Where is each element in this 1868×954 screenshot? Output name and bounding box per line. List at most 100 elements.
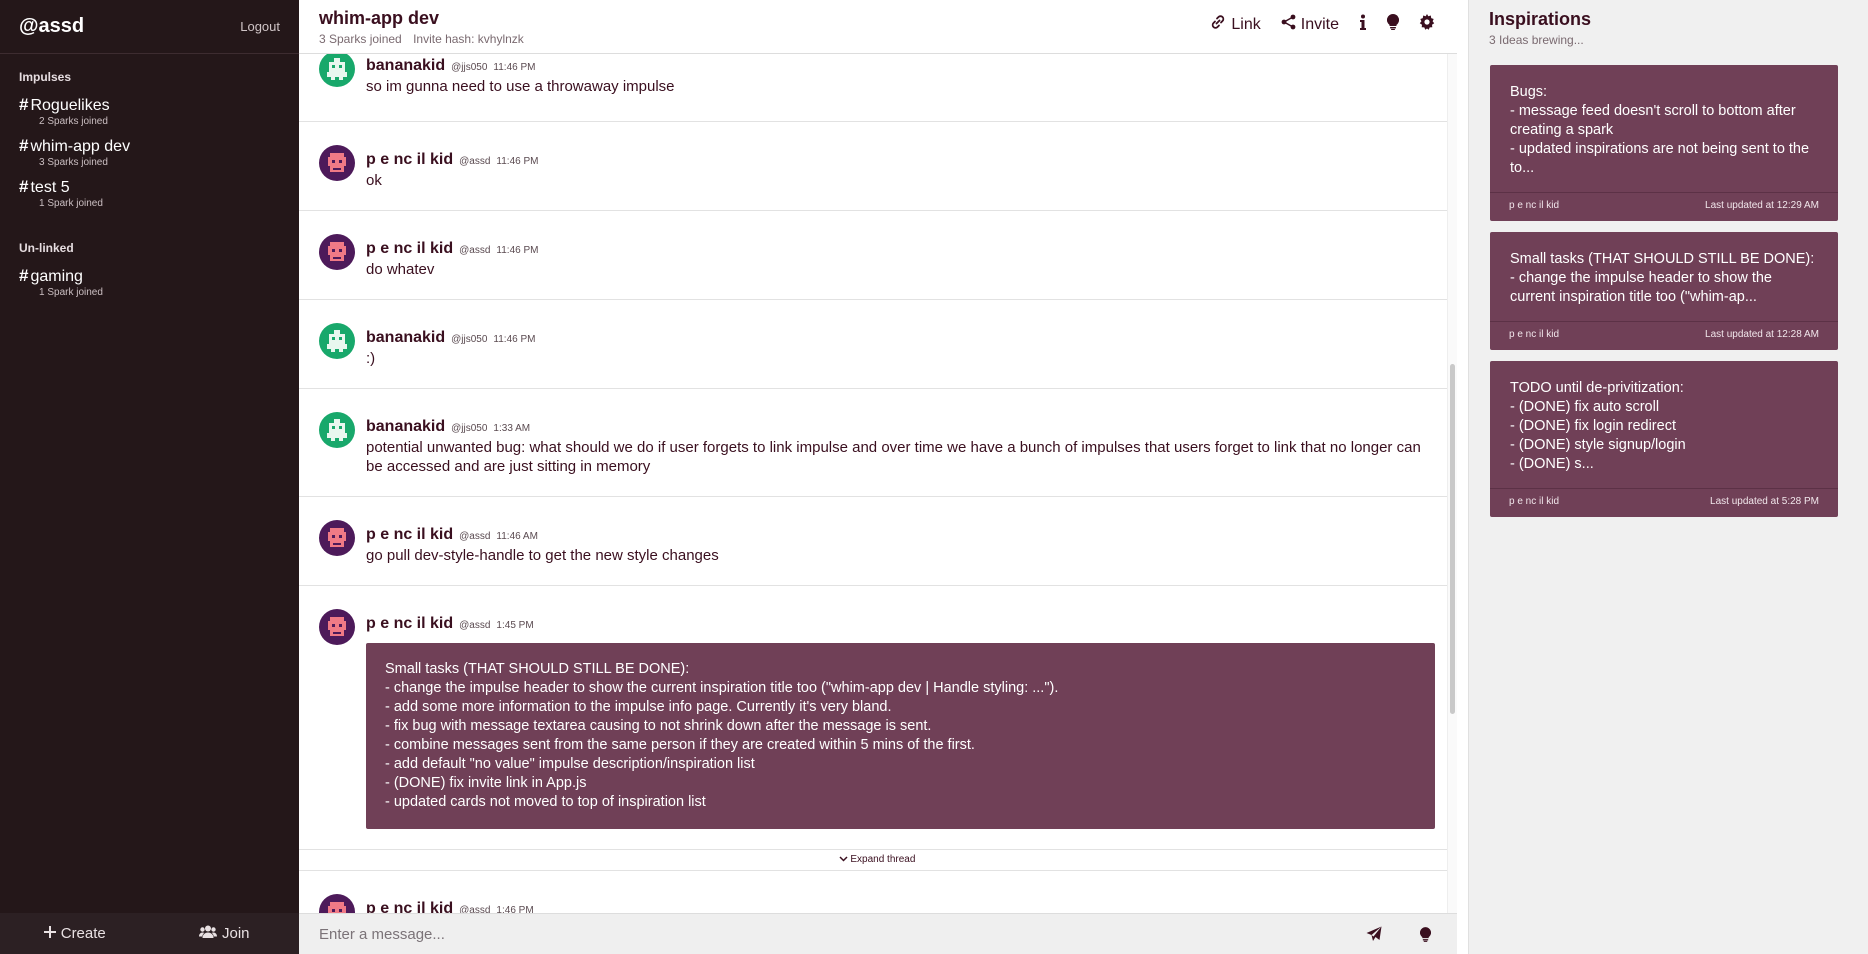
feed-scrollbar[interactable]: [1447, 54, 1457, 913]
users-icon: [198, 925, 217, 942]
card-author: p e nc il kid: [1509, 329, 1560, 340]
unlinked-heading: Un-linked: [19, 241, 74, 255]
inspiration-card[interactable]: Bugs: - message feed doesn't scroll to b…: [1490, 65, 1838, 221]
lightbulb-icon[interactable]: [1413, 926, 1437, 942]
message-author: p e nc il kid: [366, 240, 454, 257]
logout-button[interactable]: Logout: [240, 19, 280, 34]
inspirations-title: Inspirations: [1489, 9, 1592, 29]
impulse-name: test 5: [30, 179, 70, 196]
invite-hash: Invite hash: kvhylnzk: [413, 32, 524, 46]
join-button[interactable]: Join: [150, 913, 300, 954]
card-line: - (DONE) s...: [1510, 456, 1594, 472]
avatar: [319, 609, 355, 645]
message-item: bananakid @jjs050 11:46 PM so im gunna n…: [299, 54, 1455, 122]
impulse-spark-count: 3 Sparks joined: [39, 157, 108, 168]
message-author: bananakid: [366, 329, 446, 346]
avatar: [319, 234, 355, 270]
message-time: 11:46 AM: [496, 531, 538, 542]
message-text: so im gunna need to use a throwaway impu…: [366, 78, 675, 95]
message-text: go pull dev-style-handle to get the new …: [366, 547, 719, 564]
inspiration-card[interactable]: TODO until de-privitization: - (DONE) fi…: [1490, 361, 1838, 517]
invite-button[interactable]: Invite: [1281, 14, 1339, 35]
sidebar-item-gaming[interactable]: # gaming 1 Spark joined: [0, 261, 299, 302]
message-time: 1:46 PM: [496, 905, 534, 913]
chevron-down-icon: [839, 854, 851, 865]
card-line: - (DONE) style signup/login: [1510, 437, 1686, 453]
gear-icon[interactable]: [1419, 14, 1435, 35]
card-line: - (DONE) fix login redirect: [1510, 418, 1676, 434]
message-handle: @jjs050: [451, 62, 488, 73]
link-button[interactable]: Link: [1210, 14, 1261, 35]
message-handle: @assd: [459, 245, 491, 256]
message-feed[interactable]: bananakid @jjs050 11:46 PM so im gunna n…: [299, 54, 1457, 913]
expand-thread-button[interactable]: Expand thread: [299, 850, 1455, 871]
main-panel: whim-app dev 3 Sparks joined Invite hash…: [299, 0, 1457, 954]
lightbulb-icon[interactable]: [1386, 13, 1400, 35]
avatar: [319, 145, 355, 181]
sidebar-item-whim-app-dev[interactable]: # whim-app dev 3 Sparks joined: [0, 131, 299, 172]
card-line: Small tasks (THAT SHOULD STILL BE DONE):: [385, 661, 690, 677]
message-handle: @assd: [459, 905, 491, 913]
spark-count: 3 Sparks joined: [319, 32, 402, 46]
impulse-spark-count: 1 Spark joined: [39, 287, 103, 298]
card-line: - change the impulse header to show the …: [385, 680, 1059, 696]
sidebar: @assd Logout Impulses # Roguelikes 2 Spar…: [0, 0, 299, 954]
card-line: - (DONE) fix auto scroll: [1510, 399, 1660, 415]
message-handle: @jjs050: [451, 334, 488, 345]
impulse-name: whim-app dev: [30, 138, 131, 155]
message-item: bananakid @jjs050 11:46 PM :): [299, 300, 1455, 389]
info-icon[interactable]: [1359, 14, 1367, 35]
card-line: Bugs:: [1510, 84, 1548, 100]
card-updated: Last updated at 12:29 AM: [1705, 200, 1819, 211]
card-updated: Last updated at 5:28 PM: [1710, 496, 1819, 507]
sidebar-item-roguelikes[interactable]: # Roguelikes 2 Sparks joined: [0, 90, 299, 131]
card-line: - combine messages sent from the same pe…: [385, 737, 975, 753]
current-username: @assd: [19, 15, 85, 37]
message-handle: @assd: [459, 156, 491, 167]
message-text: potential unwanted bug: what should we d…: [366, 439, 1421, 475]
message-text: ok: [366, 172, 382, 189]
card-line: Small tasks (THAT SHOULD STILL BE DONE):: [1510, 251, 1815, 267]
message-input[interactable]: [319, 925, 1335, 943]
message-time: 1:45 PM: [496, 620, 534, 631]
inspirations-panel: Inspirations 3 Ideas brewing... Bugs: - …: [1468, 0, 1868, 954]
message-time: 11:46 PM: [493, 62, 536, 73]
hash-icon: #: [19, 177, 29, 196]
avatar: [319, 520, 355, 556]
message-handle: @assd: [459, 531, 491, 542]
message-text: do whatev: [366, 261, 435, 278]
card-author: p e nc il kid: [1509, 496, 1560, 507]
impulse-name: gaming: [30, 268, 83, 285]
inspirations-subtitle: 3 Ideas brewing...: [1489, 33, 1584, 47]
message-time: 11:46 PM: [493, 334, 536, 345]
sidebar-header: @assd Logout: [0, 0, 299, 54]
sidebar-item-test-5[interactable]: # test 5 1 Spark joined: [0, 172, 299, 213]
avatar: [319, 894, 355, 913]
card-line: TODO until de-privitization:: [1510, 380, 1684, 396]
share-icon: [1281, 14, 1296, 35]
send-icon[interactable]: [1362, 926, 1386, 942]
expand-thread-label: Expand thread: [850, 854, 916, 865]
inspiration-card[interactable]: Small tasks (THAT SHOULD STILL BE DONE):…: [1490, 232, 1838, 350]
message-item: p e nc il kid @assd 1:45 PM Small tasks …: [299, 586, 1455, 850]
message-time: 11:46 PM: [496, 245, 539, 256]
message-item: p e nc il kid @assd 11:46 AM go pull dev…: [299, 497, 1455, 586]
join-label: Join: [221, 925, 250, 942]
message-composer: [299, 913, 1457, 954]
impulse-spark-count: 1 Spark joined: [39, 198, 103, 209]
impulse-name: Roguelikes: [30, 97, 110, 114]
message-handle: @jjs050: [451, 423, 488, 434]
sidebar-footer: Create Join: [0, 913, 299, 954]
card-line: - message feed doesn't scroll to bottom …: [1510, 103, 1796, 138]
avatar: [319, 54, 355, 87]
scrollbar-thumb[interactable]: [1450, 364, 1455, 714]
message-author: p e nc il kid: [366, 900, 454, 913]
card-line: - fix bug with message textarea causing …: [385, 718, 932, 734]
message-author: p e nc il kid: [366, 526, 454, 543]
card-line: - updated cards not moved to top of insp…: [385, 794, 706, 810]
message-item: bananakid @jjs050 1:33 AM potential unwa…: [299, 389, 1455, 497]
inspiration-card-embed[interactable]: Small tasks (THAT SHOULD STILL BE DONE):…: [366, 643, 1435, 829]
create-button[interactable]: Create: [0, 913, 150, 954]
card-updated: Last updated at 12:28 AM: [1705, 329, 1819, 340]
message-item: p e nc il kid @assd 11:46 PM do whatev: [299, 211, 1455, 300]
